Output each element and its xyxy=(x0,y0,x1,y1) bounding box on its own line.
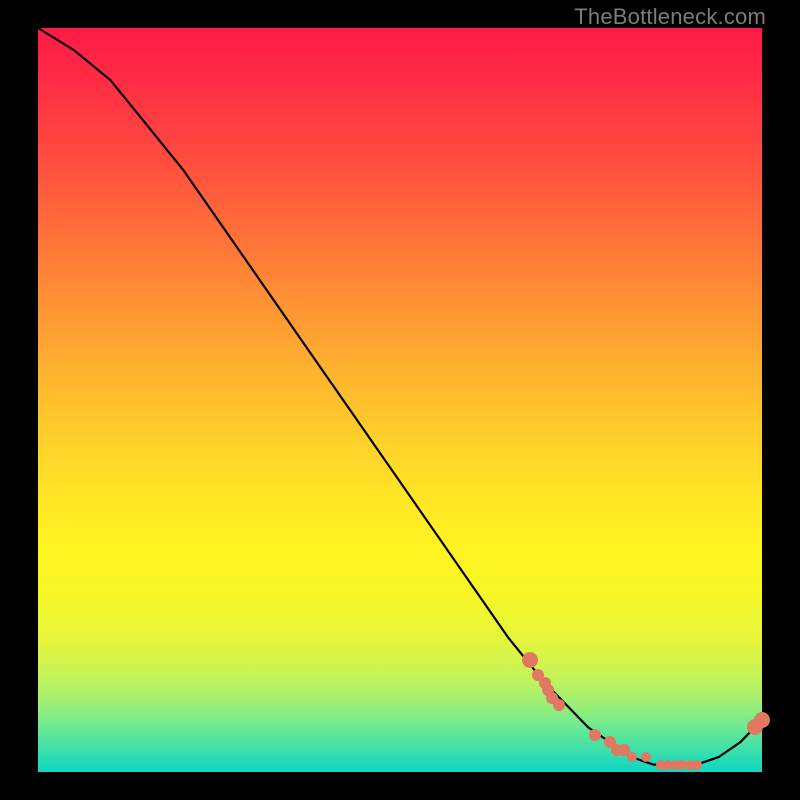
data-point xyxy=(692,760,702,770)
bottleneck-curve-path xyxy=(38,28,762,765)
watermark: TheBottleneck.com xyxy=(574,4,766,30)
curve-svg xyxy=(38,28,762,772)
chart-stage: TheBottleneck.com xyxy=(0,0,800,800)
plot-area xyxy=(38,28,762,772)
data-point xyxy=(627,752,637,762)
data-point xyxy=(754,712,770,728)
